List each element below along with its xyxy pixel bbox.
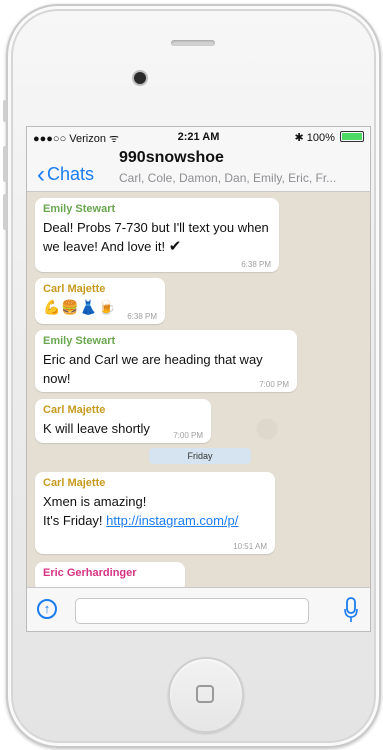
status-bar: ●●●○○ Verizon ᯤ 2:21 AM ✱ 100%	[27, 127, 370, 147]
message-bubble[interactable]: Carl Majette K will leave shortly 7:00 P…	[35, 399, 211, 443]
silent-switch	[3, 100, 7, 122]
message-bubble[interactable]: Emily Stewart Eric and Carl we are headi…	[35, 330, 297, 392]
message-time: 7:00 PM	[259, 380, 289, 389]
sender-name: Emily Stewart	[43, 203, 116, 215]
sender-name: Eric Gerhardinger	[43, 567, 137, 579]
back-button[interactable]: ‹ Chats	[37, 161, 94, 189]
home-square-icon	[196, 685, 214, 703]
message-time: 6:38 PM	[127, 312, 157, 321]
group-title[interactable]: 990snowshoe	[119, 149, 224, 167]
message-bubble[interactable]: Carl Majette Xmen is amazing! It's Frida…	[35, 472, 275, 554]
earpiece-speaker	[171, 40, 215, 46]
message-text-line: Xmen is amazing!	[43, 494, 147, 509]
front-camera	[134, 72, 146, 84]
message-text: Deal! Probs 7-730 but I'll text you when…	[43, 218, 271, 256]
group-members[interactable]: Carl, Cole, Damon, Dan, Emily, Eric, Fr.…	[119, 171, 364, 185]
volume-down-button	[3, 194, 7, 230]
back-label: Chats	[47, 164, 95, 184]
message-list[interactable]: Emily Stewart Deal! Probs 7-730 but I'll…	[27, 192, 370, 592]
sender-name: Carl Majette	[43, 283, 106, 295]
battery-icon	[340, 131, 364, 142]
chevron-left-icon: ‹	[37, 161, 45, 188]
message-time: 7:00 PM	[173, 431, 203, 440]
sender-name: Emily Stewart	[43, 335, 116, 347]
battery-status: ✱ 100%	[295, 131, 364, 144]
volume-up-button	[3, 146, 7, 182]
message-text-line: It's Friday! http://instagram.com/p/	[43, 511, 267, 530]
message-input[interactable]	[75, 598, 309, 624]
message-bubble[interactable]: Emily Stewart Deal! Probs 7-730 but I'll…	[35, 198, 279, 272]
message-text: Eric and Carl we are heading that way no…	[43, 352, 263, 386]
day-divider: Friday	[149, 448, 251, 464]
phone-screen: ●●●○○ Verizon ᯤ 2:21 AM ✱ 100% ‹ Chats 99…	[26, 126, 371, 632]
message-link[interactable]: http://instagram.com/p/	[106, 513, 238, 528]
sender-name: Carl Majette	[43, 477, 106, 489]
navigation-bar: ‹ Chats 990snowshoe Carl, Cole, Damon, Da…	[27, 147, 370, 192]
upload-arrow-icon[interactable]: ↑	[37, 599, 57, 619]
message-bubble[interactable]: Carl Majette 💪🍔👗🍺 6:38 PM	[35, 278, 165, 324]
message-time: 10:51 AM	[233, 542, 267, 551]
home-button[interactable]	[168, 657, 244, 733]
message-text-prefix: It's Friday!	[43, 513, 107, 528]
message-body: Deal! Probs 7-730 but I'll text you when…	[43, 220, 269, 254]
sender-name: Carl Majette	[43, 404, 106, 416]
battery-text: ✱ 100%	[294, 132, 335, 144]
check-mark: ✔	[168, 238, 182, 255]
message-time: 6:38 PM	[241, 260, 271, 269]
microphone-icon[interactable]	[344, 597, 358, 623]
message-input-bar: ↑	[27, 587, 370, 631]
